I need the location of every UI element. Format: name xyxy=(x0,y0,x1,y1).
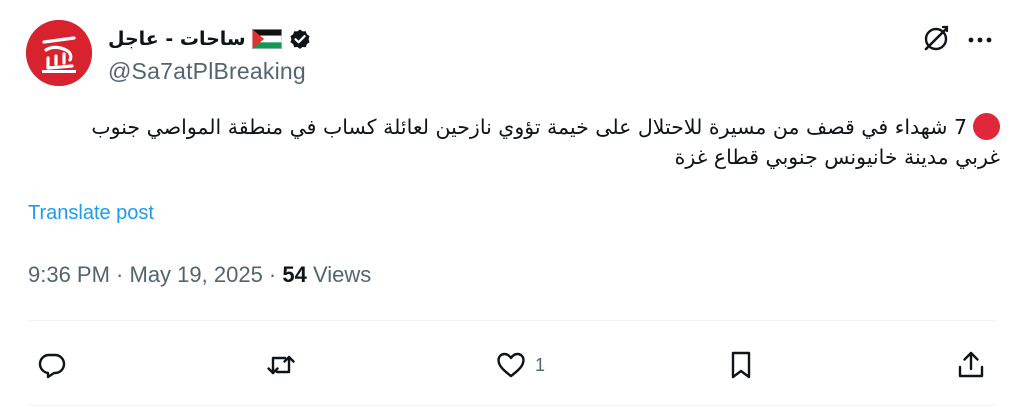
tweet-date[interactable]: May 19, 2025 xyxy=(130,262,263,288)
heart-icon xyxy=(497,352,525,378)
divider xyxy=(28,320,996,321)
views-label[interactable]: Views xyxy=(307,262,371,288)
more-icon[interactable] xyxy=(965,25,995,55)
bookmark-button[interactable] xyxy=(725,348,765,382)
share-icon xyxy=(958,351,984,378)
tweet-card: ساحات - عاجل @Sa7atPlBreaking 7 شهداء في… xyxy=(0,0,1024,406)
meta-separator-2: · xyxy=(262,262,283,287)
author-handle[interactable]: @Sa7atPlBreaking xyxy=(108,58,306,85)
avatar[interactable] xyxy=(26,20,92,86)
grok-icon[interactable] xyxy=(921,24,951,54)
like-count: 1 xyxy=(535,354,546,375)
red-circle-icon xyxy=(973,113,1000,140)
like-button[interactable]: 1 xyxy=(495,348,545,382)
bookmark-icon xyxy=(731,351,751,379)
share-button[interactable] xyxy=(955,348,995,382)
reply-icon xyxy=(38,353,66,379)
meta-separator: · xyxy=(109,262,130,287)
display-name[interactable]: ساحات - عاجل xyxy=(108,28,246,50)
repost-button[interactable] xyxy=(265,348,305,382)
translate-post-link[interactable]: Translate post xyxy=(28,202,154,225)
reply-button[interactable] xyxy=(36,348,76,382)
repost-icon xyxy=(267,355,295,375)
tweet-meta: 9:36 PM · May 19, 2025 · 54 Views xyxy=(28,262,371,288)
palestine-flag-icon xyxy=(251,29,282,49)
author-name-row[interactable]: ساحات - عاجل xyxy=(108,26,312,52)
tweet-text: 7 شهداء في قصف من مسيرة للاحتلال على خيم… xyxy=(50,112,1000,172)
tweet-time[interactable]: 9:36 PM xyxy=(28,262,110,288)
views-count[interactable]: 54 xyxy=(282,262,306,288)
verified-badge-icon[interactable] xyxy=(288,27,312,51)
sa7at-logo-icon xyxy=(26,20,92,86)
tweet-text-content: 7 شهداء في قصف من مسيرة للاحتلال على خيم… xyxy=(91,115,1000,169)
